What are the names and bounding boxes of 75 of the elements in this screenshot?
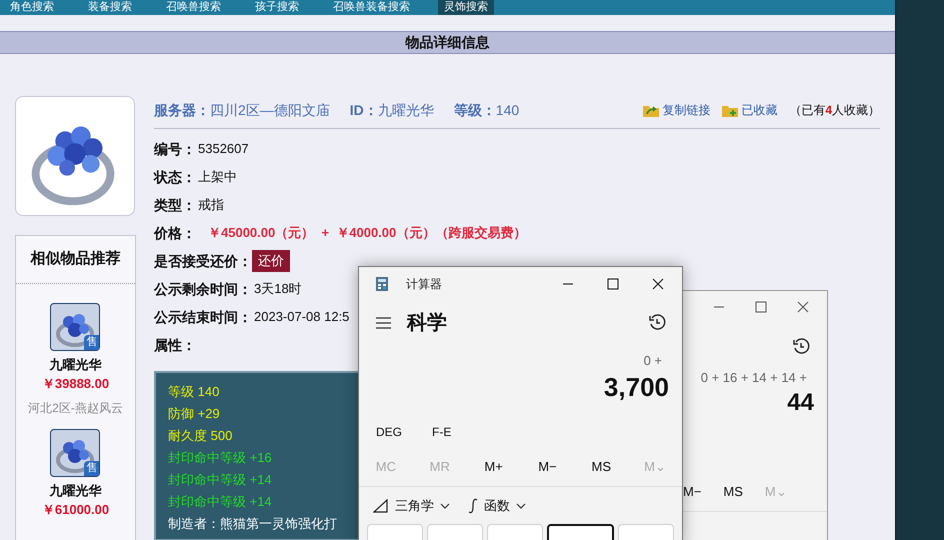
attribute-line: 封印命中等级 +16	[168, 449, 272, 467]
panel-title: 相似物品推荐	[30, 249, 120, 269]
nav-tab[interactable]: 召唤兽装备搜索	[327, 0, 416, 15]
attribute-line: 制造者：熊猫第一灵饰强化打	[168, 515, 337, 533]
memory-button[interactable]: M+	[484, 456, 503, 476]
calculator-display: 3,700	[602, 370, 670, 402]
folder-plus-icon	[722, 104, 738, 116]
item-name[interactable]: 九曜光华	[49, 480, 102, 500]
calculator-mode-title: 科学	[407, 311, 447, 336]
item-server: 河北2区-燕赵风云	[28, 400, 123, 416]
action-link[interactable]: 已收藏	[741, 101, 778, 119]
calculator-expression: 0 + 16 + 14 + 14 +	[700, 369, 808, 387]
history-icon[interactable]	[792, 338, 810, 356]
history-icon[interactable]	[648, 314, 666, 332]
price-value: ￥45000.00（元） + ￥4000.00（元）（跨服交易费）	[208, 224, 526, 242]
dropdown-menu-button[interactable]: 三角学	[373, 496, 450, 516]
memory-button[interactable]: M−	[538, 456, 557, 476]
nav-tab[interactable]: 孩子搜索	[249, 0, 305, 15]
chevron-down-icon	[516, 502, 526, 509]
field-label: 编号：	[154, 140, 196, 158]
item-name[interactable]: 九曜光华	[49, 354, 102, 374]
calculator-app-icon	[376, 277, 388, 291]
field-value: 3天18时	[254, 280, 302, 298]
attribute-line: 等级 140	[168, 383, 220, 401]
field-label: 类型：	[154, 196, 196, 214]
dropdown-menu-button[interactable]: 函数	[468, 496, 526, 516]
sale-badge: 售	[84, 460, 100, 476]
window-title: 计算器	[406, 276, 442, 293]
nav-tab[interactable]: 召唤兽搜索	[160, 0, 227, 15]
memory-button[interactable]: MS	[723, 482, 743, 501]
attribute-line: 防御 +29	[168, 405, 220, 423]
folder-arrow-icon	[643, 104, 660, 116]
menu-icon[interactable]	[376, 317, 391, 329]
summary-field: 服务器：四川2区—德阳文庙	[154, 100, 330, 120]
calculator-option-button[interactable]: DEG	[376, 422, 402, 440]
field-label: 公示结束时间：	[154, 308, 252, 326]
counter-offer-button[interactable]: 还价	[252, 250, 290, 272]
calculator-display: 44	[786, 388, 815, 418]
integral-icon	[468, 498, 478, 514]
item-price: ￥39888.00	[42, 375, 110, 393]
field-label: 公示剩余时间：	[154, 280, 252, 298]
calculator-key[interactable]	[547, 524, 614, 540]
calculator-option-button[interactable]: F-E	[432, 422, 452, 440]
header-title: 物品详细信息	[406, 33, 490, 52]
memory-button[interactable]: M−	[683, 482, 702, 501]
close-icon[interactable]	[797, 301, 809, 313]
field-label: 价格：	[154, 224, 196, 242]
item-thumbnail[interactable]: 售	[50, 302, 100, 350]
nav-tab[interactable]: 灵饰搜索	[438, 0, 494, 15]
maximize-icon[interactable]	[607, 278, 619, 290]
memory-button[interactable]: MS	[591, 456, 611, 476]
field-label: 状态：	[154, 168, 196, 186]
calculator-expression: 0 +	[642, 352, 663, 370]
field-value: 2023-07-08 12:5	[254, 308, 350, 326]
chevron-down-icon	[440, 502, 450, 509]
action-link[interactable]: 复制链接	[662, 101, 710, 119]
nav-tab[interactable]: 装备搜索	[82, 0, 138, 15]
item-price: ￥61000.00	[42, 501, 110, 519]
field-value: 上架中	[198, 168, 237, 186]
close-icon[interactable]	[652, 278, 664, 290]
attribute-line: 封印命中等级 +14	[168, 471, 272, 489]
nav-tab[interactable]: 角色搜索	[4, 0, 60, 15]
field-label: 属性：	[154, 336, 196, 354]
attribute-line: 封印命中等级 +14	[168, 493, 272, 511]
sale-badge: 售	[84, 334, 100, 350]
field-label: 是否接受还价：	[154, 252, 252, 270]
attribute-line: 耐久度 500	[168, 427, 232, 445]
favorite-count: （已有4人收藏）	[789, 102, 880, 119]
maximize-icon[interactable]	[755, 301, 767, 313]
triangle-ruler-icon	[373, 498, 389, 513]
item-thumbnail[interactable]: 售	[50, 428, 100, 476]
summary-field: 等级：140	[454, 100, 520, 120]
field-value: 戒指	[198, 196, 224, 214]
field-value: 5352607	[198, 140, 249, 158]
summary-field: ID：九曜光华	[350, 100, 434, 120]
